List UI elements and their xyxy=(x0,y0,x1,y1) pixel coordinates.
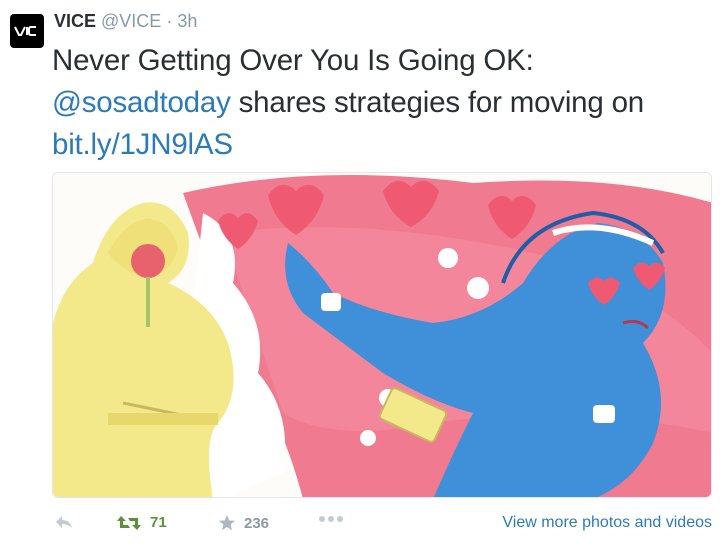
retweet-button[interactable]: 71 xyxy=(116,514,167,531)
tweet-text: Never Getting Over You Is Going OK: @sos… xyxy=(52,40,722,166)
more-button[interactable] xyxy=(318,514,344,524)
illustration-image xyxy=(53,173,711,497)
tweet-text-line1: Never Getting Over You Is Going OK: xyxy=(52,44,534,77)
account-handle[interactable]: @VICE xyxy=(101,11,161,31)
favorite-button[interactable]: 236 xyxy=(218,514,269,532)
avatar[interactable] xyxy=(10,14,44,48)
retweet-count: 71 xyxy=(150,514,167,531)
tweet-media[interactable] xyxy=(52,172,712,498)
reply-button[interactable] xyxy=(54,514,74,530)
mention-link[interactable]: @sosadtoday xyxy=(52,86,231,119)
favorite-count: 236 xyxy=(244,514,270,532)
view-more-media-link[interactable]: View more photos and videos xyxy=(502,514,712,532)
reply-icon xyxy=(56,516,72,528)
tweet-text-line3: bit.ly/1JN9lAS xyxy=(52,124,722,166)
tweet-header: VICE @VICE · 3h xyxy=(54,10,197,32)
tweet-actions: 71 236 View more photos and videos xyxy=(0,510,726,544)
retweet-icon xyxy=(117,515,141,530)
vice-logo-icon xyxy=(14,26,36,36)
separator: · xyxy=(166,11,173,31)
tweet-text-line2: @sosadtoday shares strategies for moving… xyxy=(52,82,722,124)
star-icon xyxy=(219,515,235,531)
tweet: VICE @VICE · 3h Never Getting Over You I… xyxy=(0,0,726,555)
more-dots-icon xyxy=(319,516,343,522)
short-url-link[interactable]: bit.ly/1JN9lAS xyxy=(52,128,233,161)
tweet-text-line2-rest: shares strategies for moving on xyxy=(230,86,645,119)
account-name[interactable]: VICE xyxy=(54,11,96,31)
timestamp[interactable]: 3h xyxy=(177,11,197,31)
